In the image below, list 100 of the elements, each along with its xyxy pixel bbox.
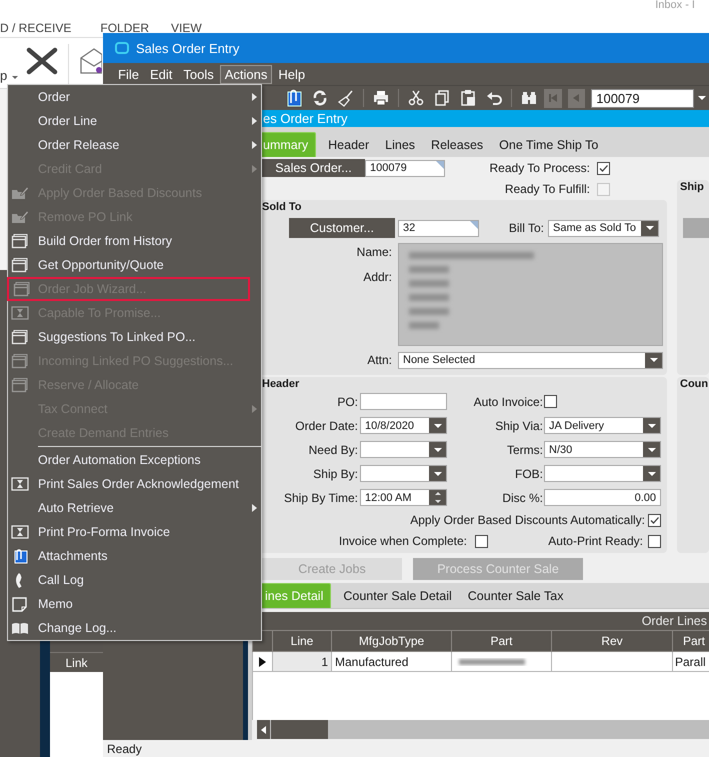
field-label: Order Date:	[294, 418, 358, 432]
date-field[interactable]: 10/8/2020	[360, 417, 447, 434]
menu-item[interactable]: Get Opportunity/Quote	[8, 253, 261, 277]
cross-icon[interactable]	[26, 47, 58, 75]
menu-bar-item[interactable]: Actions	[220, 64, 272, 84]
binoculars-icon[interactable]	[520, 89, 538, 107]
scissors-icon[interactable]	[406, 89, 425, 107]
group-title: Ship	[679, 180, 705, 194]
tab[interactable]: One Time Ship To	[492, 133, 606, 157]
refresh-icon[interactable]	[311, 89, 329, 107]
phone-icon	[15, 572, 22, 588]
field-label: Apply Order Based Discounts Automatically:	[409, 513, 645, 527]
window-icon	[11, 329, 29, 345]
field-label: Disc %:	[501, 490, 543, 504]
sales-order-button[interactable]: Sales Order...	[262, 159, 365, 177]
menu-item[interactable]: Print Sales Order Acknowledgement	[8, 472, 261, 496]
note-icon	[11, 596, 29, 612]
menu-bar-item[interactable]: Edit	[144, 64, 178, 84]
dropdown-field[interactable]	[544, 465, 661, 482]
column-header[interactable]: Part	[452, 630, 552, 652]
ribbon-tab[interactable]: VIEW	[171, 20, 202, 34]
menu-item[interactable]: Order	[8, 85, 261, 109]
tab[interactable]: Counter Sale Tax	[460, 584, 570, 608]
clipboard-icon[interactable]	[458, 89, 477, 107]
submenu-arrow-icon	[252, 504, 257, 512]
menu-item[interactable]: Suggestions To Linked PO...	[8, 325, 261, 349]
menu-bar-item[interactable]: File	[113, 64, 144, 84]
customer-button[interactable]: Customer...	[289, 218, 395, 238]
submenu-arrow-icon	[252, 141, 257, 149]
checkbox[interactable]	[648, 514, 661, 526]
column-header[interactable]: Rev	[552, 630, 672, 652]
horizontal-scrollbar[interactable]	[257, 720, 709, 739]
hourglass-icon	[11, 476, 29, 492]
menu-item[interactable]: Order Line	[8, 109, 261, 133]
app-icon	[115, 42, 129, 54]
date-field[interactable]	[360, 441, 447, 458]
column-header[interactable]: MfgJobType	[332, 630, 452, 652]
field-label: Auto Invoice:	[472, 394, 543, 408]
group-title: Sold To	[261, 200, 303, 214]
checkbox[interactable]	[544, 395, 557, 408]
column-header[interactable]: Line	[272, 630, 332, 652]
menu-item[interactable]: Order Automation Exceptions	[8, 448, 261, 472]
dropdown-field[interactable]: N/30	[544, 441, 661, 458]
actions-menu[interactable]	[7, 84, 262, 641]
record-field[interactable]: 100079	[591, 88, 694, 108]
field-label: Terms:	[506, 442, 543, 456]
checkbox[interactable]	[475, 534, 488, 548]
window-icon	[11, 377, 29, 393]
field-label: Attn:	[366, 353, 392, 367]
tab[interactable]: Header	[321, 133, 376, 157]
row-header-cell[interactable]	[252, 652, 272, 672]
tab[interactable]: Releases	[424, 133, 490, 157]
menu-item[interactable]: Print Pro-Forma Invoice	[8, 520, 261, 544]
field-label: Ship Via:	[494, 418, 543, 432]
broom-icon[interactable]	[337, 89, 355, 107]
menu-item[interactable]: Build Order from History	[8, 229, 261, 253]
input-field[interactable]	[360, 393, 447, 410]
menu-item[interactable]: Attachments	[8, 544, 261, 568]
submenu-arrow-icon	[252, 117, 257, 125]
ribbon-label[interactable]: p	[0, 68, 8, 83]
customer-field[interactable]: 32	[398, 220, 479, 236]
folder-pencil-icon	[11, 185, 29, 201]
back-icon	[573, 94, 580, 102]
undo-icon[interactable]	[484, 89, 503, 107]
field-label: Name:	[356, 245, 392, 259]
tab[interactable]: Counter Sale Detail	[336, 584, 459, 608]
field-label: FOB:	[514, 466, 543, 480]
checkbox[interactable]	[597, 162, 610, 174]
field-label: Need By:	[308, 442, 358, 456]
window-title: Inbox - I	[655, 0, 695, 13]
tab[interactable]: Lines	[378, 133, 422, 157]
window-icon	[13, 281, 31, 297]
caret-icon	[12, 76, 18, 79]
order-number-field[interactable]: 100079	[365, 160, 445, 176]
submenu-arrow-icon	[252, 405, 257, 413]
printer-icon[interactable]	[372, 89, 390, 107]
date-field[interactable]	[360, 465, 447, 482]
dropdown-field[interactable]: Same as Sold To	[548, 220, 659, 236]
input-field[interactable]: 0.00	[544, 489, 661, 506]
table-cell: Manufactured	[332, 652, 452, 672]
menu-bar-item[interactable]: Help	[273, 64, 310, 84]
checkbox[interactable]	[648, 534, 661, 548]
window-icon	[11, 257, 29, 273]
time-field[interactable]: 12:00 AM	[360, 489, 447, 506]
column-header[interactable]: Part	[672, 630, 709, 652]
copy-icon[interactable]	[432, 89, 451, 107]
hourglass-icon	[11, 305, 29, 321]
field-label: Invoice when Complete:	[338, 534, 467, 548]
menu-bar-item[interactable]: Tools	[178, 64, 219, 84]
folder-pencil-icon	[11, 209, 29, 225]
table-cell: Parall	[672, 652, 709, 672]
field-label: Bill To:	[508, 221, 545, 235]
dropdown-field[interactable]: JA Delivery	[544, 417, 661, 434]
envelope-icon[interactable]	[79, 46, 102, 76]
ribbon-tab[interactable]: FOLDER	[100, 20, 150, 34]
paperclip-document-icon[interactable]	[285, 89, 303, 107]
hourglass-icon	[11, 524, 29, 540]
menu-item[interactable]: Auto Retrieve	[8, 496, 261, 520]
ribbon-tab[interactable]: D / RECEIVE	[0, 20, 72, 34]
dropdown-field[interactable]: None Selected	[398, 352, 663, 368]
